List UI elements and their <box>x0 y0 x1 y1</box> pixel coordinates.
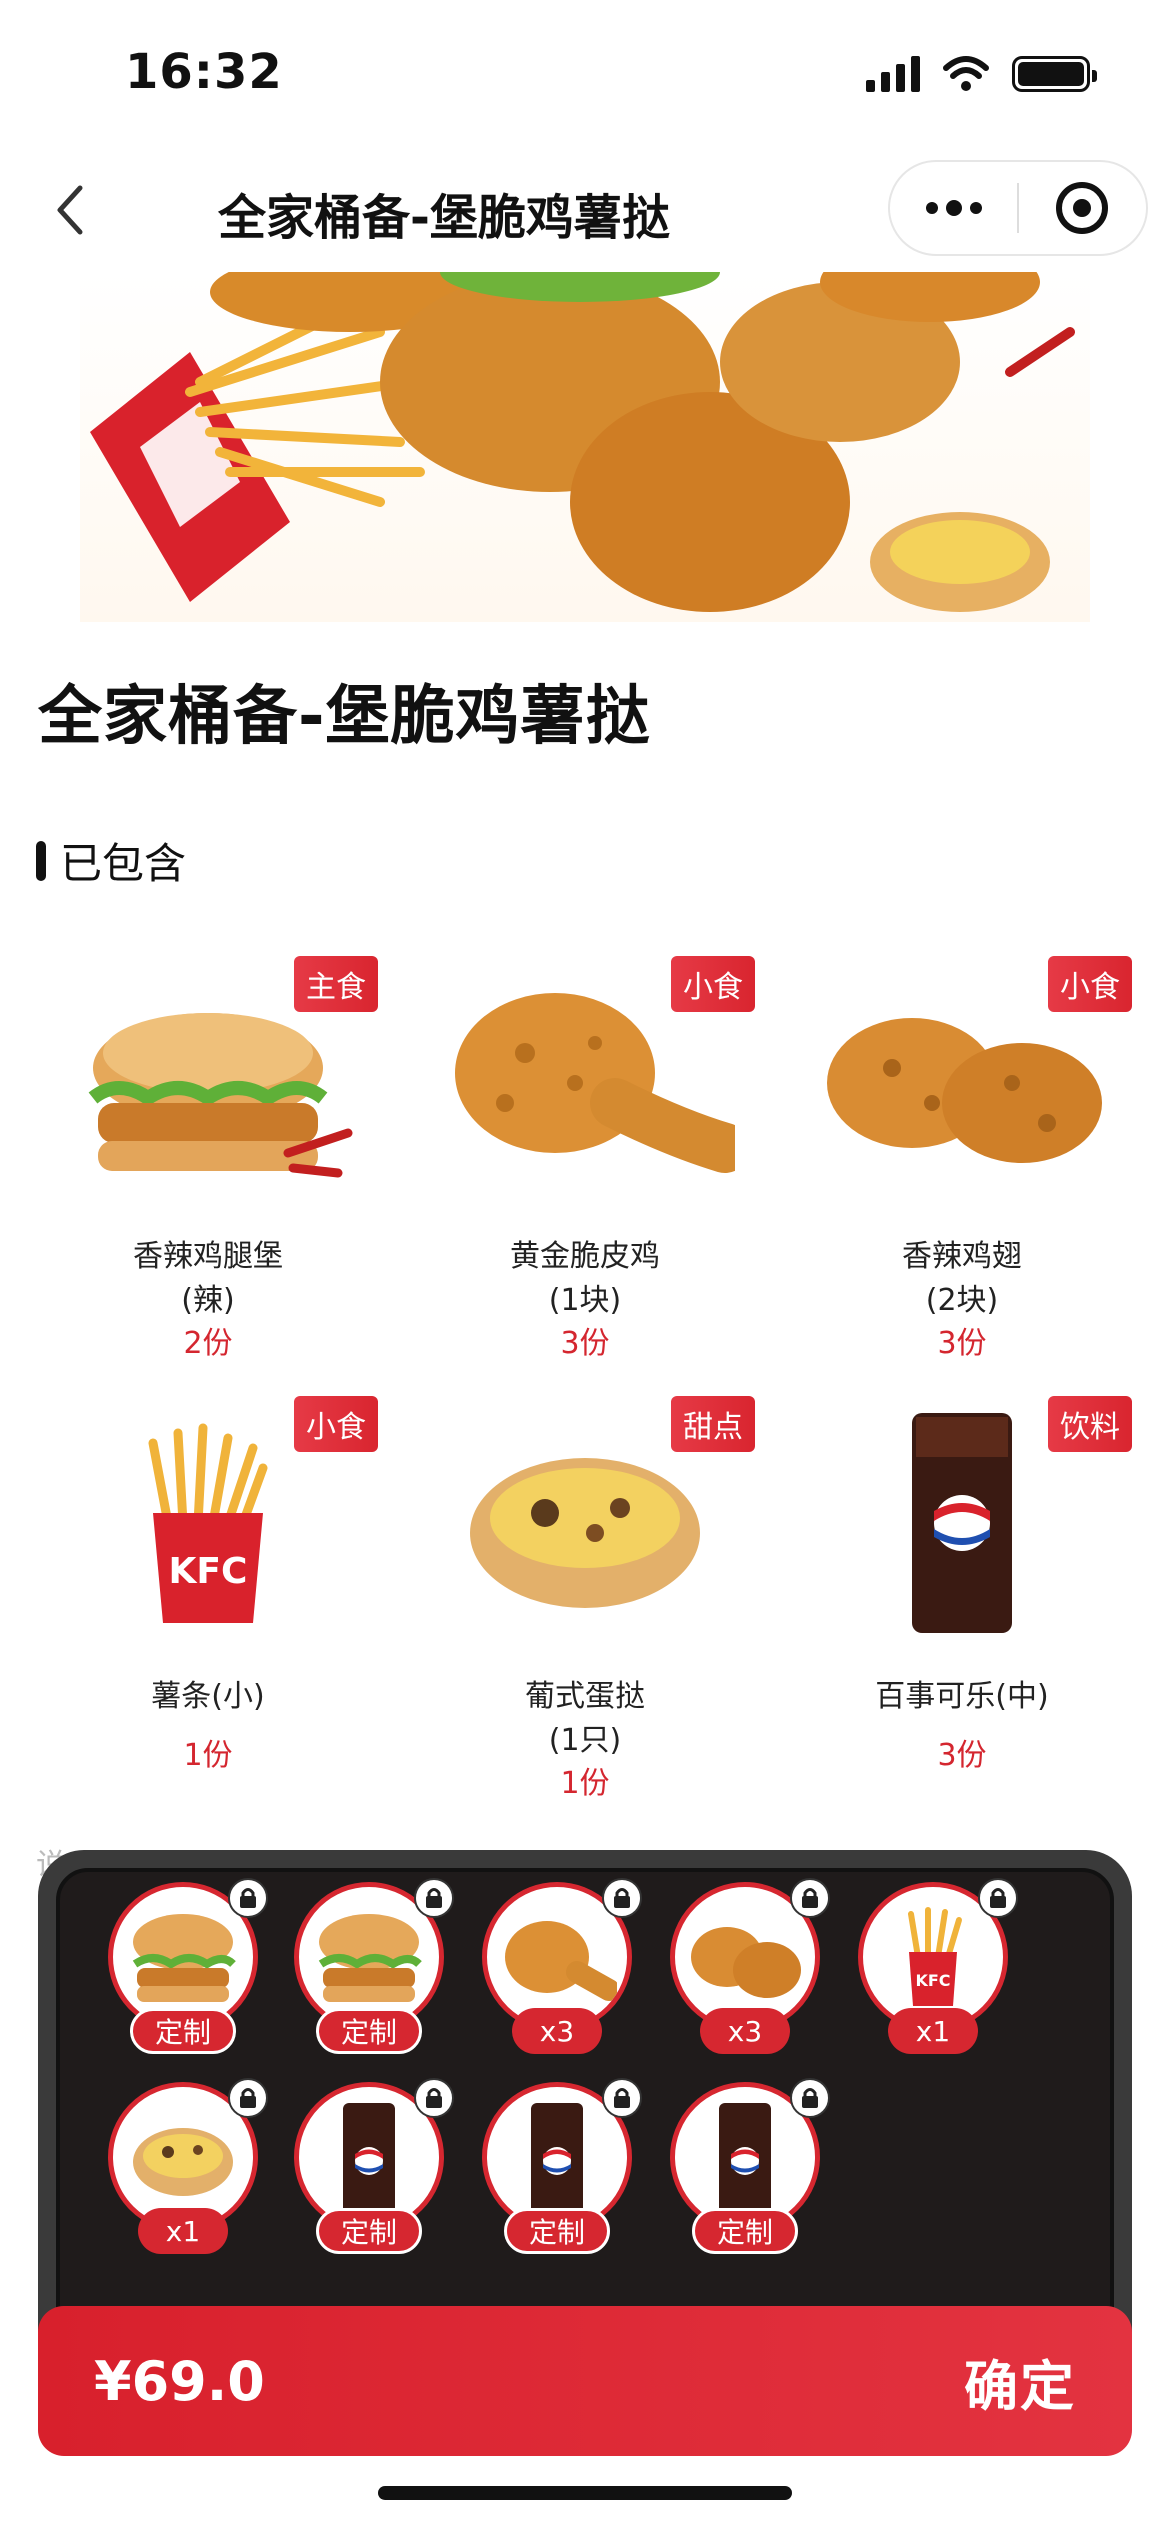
lock-icon <box>414 1878 454 1918</box>
svg-text:KFC: KFC <box>169 1551 248 1592</box>
item-name: 百事可乐(中) <box>875 1679 1049 1714</box>
customize-button[interactable]: 定制 <box>692 2208 798 2254</box>
total-price: ¥69.0 <box>94 2349 265 2413</box>
wifi-icon <box>943 56 989 91</box>
close-miniprogram-button[interactable] <box>1019 162 1146 254</box>
category-tag: 甜点 <box>671 1396 755 1452</box>
selected-item-chip[interactable]: 定制 <box>294 1878 454 2054</box>
cellular-signal-icon <box>866 56 920 92</box>
lock-icon <box>602 1878 642 1918</box>
customize-button[interactable]: 定制 <box>130 2008 236 2054</box>
item-name: 黄金脆皮鸡 (1块) <box>510 1239 660 1318</box>
battery-icon <box>1012 56 1097 92</box>
included-item[interactable]: 饮料 百事可乐(中) 3份 <box>792 1390 1132 1820</box>
status-bar: 16:32 <box>0 0 1170 140</box>
section-marker <box>36 840 46 881</box>
item-quantity: 3份 <box>937 1326 987 1361</box>
home-indicator <box>378 2486 792 2500</box>
selected-item-chip[interactable]: 定制 <box>108 1878 268 2054</box>
included-item[interactable]: 小食 黄金脆皮鸡 (1块) 3份 <box>415 950 755 1380</box>
checkout-bar: ¥69.0 确定 <box>38 2306 1132 2456</box>
chip-count: x3 <box>700 2008 790 2054</box>
customize-button[interactable]: 定制 <box>504 2208 610 2254</box>
item-name: 香辣鸡翅 (2块) <box>902 1239 1022 1318</box>
selected-item-chip[interactable]: 定制 <box>294 2078 454 2254</box>
nav-title: 全家桶备-堡脆鸡薯挞 <box>218 190 670 246</box>
selected-item-chip[interactable]: x1 <box>108 2078 268 2254</box>
category-tag: 小食 <box>294 1396 378 1452</box>
section-header: 已包含 <box>36 830 186 891</box>
lock-icon <box>602 2078 642 2118</box>
chevron-left-icon <box>57 185 83 235</box>
lock-icon <box>228 1878 268 1918</box>
lock-icon <box>228 2078 268 2118</box>
item-name: 葡式蛋挞 (1只) <box>525 1679 645 1758</box>
lock-icon <box>978 1878 1018 1918</box>
customize-button[interactable]: 定制 <box>316 2008 422 2054</box>
more-button[interactable] <box>890 162 1017 254</box>
nav-bar: 全家桶备-堡脆鸡薯挞 <box>0 150 1170 265</box>
customize-button[interactable]: 定制 <box>316 2208 422 2254</box>
category-tag: 小食 <box>1048 956 1132 1012</box>
chip-count: x1 <box>888 2008 978 2054</box>
item-name: 薯条(小) <box>151 1679 265 1714</box>
selected-item-chip[interactable]: 定制 <box>482 2078 642 2254</box>
product-title: 全家桶备-堡脆鸡薯挞 <box>38 680 651 754</box>
item-quantity: 1份 <box>560 1766 610 1801</box>
mini-program-capsule <box>888 160 1148 256</box>
selection-tray-inner: 定制 定制 x3 x3 KFC x1 x1 定制 定制 定制 <box>56 1868 1114 2360</box>
item-name: 香辣鸡腿堡 (辣) <box>133 1239 283 1318</box>
status-icons <box>866 56 1097 92</box>
item-quantity: 2份 <box>183 1326 233 1361</box>
chip-count: x3 <box>512 2008 602 2054</box>
category-tag: 饮料 <box>1048 1396 1132 1452</box>
svg-text:KFC: KFC <box>915 1971 950 1990</box>
lock-icon <box>414 2078 454 2118</box>
section-label: 已包含 <box>60 839 187 888</box>
back-button[interactable] <box>30 170 110 250</box>
confirm-button[interactable]: 确定 <box>964 2342 1076 2421</box>
included-item[interactable]: 主食 香辣鸡腿堡 (辣) 2份 <box>38 950 378 1380</box>
item-quantity: 1份 <box>183 1738 233 1773</box>
target-icon <box>1056 182 1109 234</box>
category-tag: 主食 <box>294 956 378 1012</box>
lock-icon <box>790 2078 830 2118</box>
selected-item-chip[interactable]: x3 <box>670 1878 830 2054</box>
category-tag: 小食 <box>671 956 755 1012</box>
item-quantity: 3份 <box>560 1326 610 1361</box>
selection-tray: 定制 定制 x3 x3 KFC x1 x1 定制 定制 定制 <box>38 1850 1132 2360</box>
chip-count: x1 <box>138 2208 228 2254</box>
more-dots-icon <box>925 200 982 216</box>
lock-icon <box>790 1878 830 1918</box>
hero-image <box>80 272 1090 622</box>
included-item[interactable]: 甜点 葡式蛋挞 (1只) 1份 <box>415 1390 755 1820</box>
included-item[interactable]: KFC 小食 薯条(小) 1份 <box>38 1390 378 1820</box>
selected-item-chip[interactable]: 定制 <box>670 2078 830 2254</box>
item-quantity: 3份 <box>937 1738 987 1773</box>
selected-item-chip[interactable]: x3 <box>482 1878 642 2054</box>
included-item[interactable]: 小食 香辣鸡翅 (2块) 3份 <box>792 950 1132 1380</box>
status-time: 16:32 <box>125 44 283 100</box>
selected-item-chip[interactable]: KFC x1 <box>858 1878 1018 2054</box>
